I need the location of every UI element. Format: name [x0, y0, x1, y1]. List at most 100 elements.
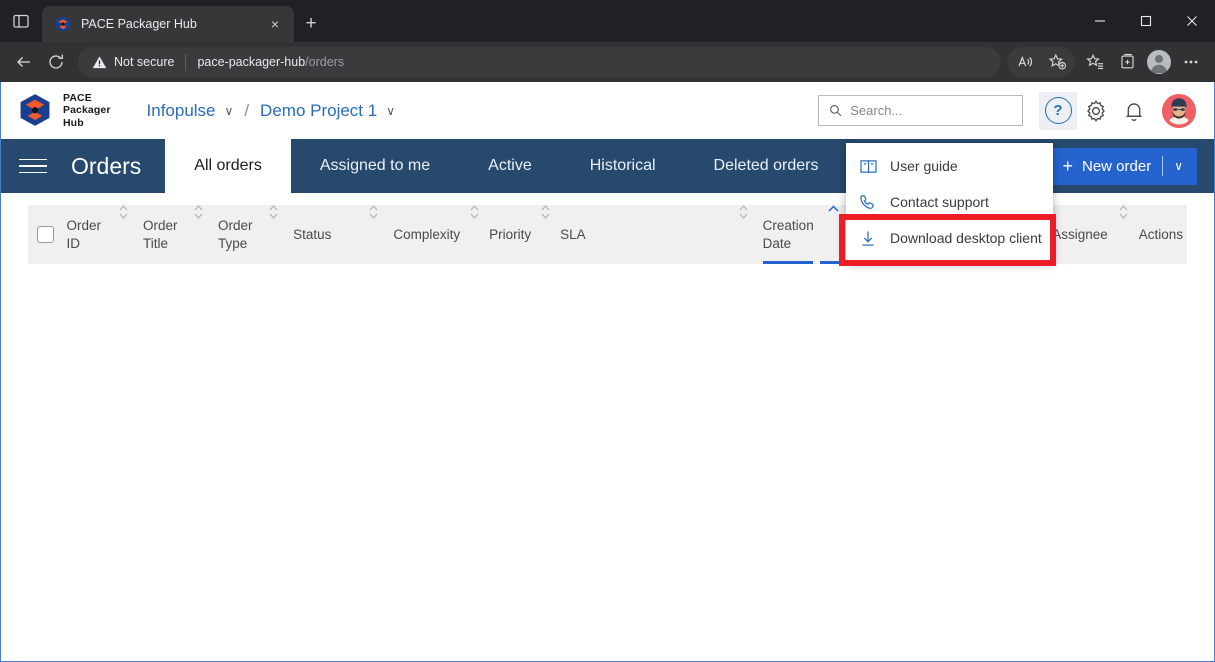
column-actions: Actions — [1135, 205, 1187, 264]
warning-triangle-icon — [92, 55, 107, 68]
app-header: PACE Packager Hub Infopulse ∨ / Demo Pro… — [1, 82, 1214, 139]
app-header-actions: ? — [818, 91, 1196, 130]
url-host: pace-packager-hub — [197, 55, 306, 69]
column-order-type[interactable]: Order Type — [214, 205, 258, 264]
column-creation-date[interactable]: Creation Date — [759, 205, 817, 264]
brand-line-3: Hub — [63, 116, 84, 129]
download-arrow-icon — [858, 230, 878, 247]
more-options-icon[interactable] — [1175, 46, 1207, 78]
nav-tabs: All orders Assigned to me Active Histori… — [165, 139, 847, 193]
sort-icon-creation-date-active[interactable] — [819, 205, 847, 264]
browser-tab[interactable]: PACE Packager Hub × — [42, 6, 294, 42]
sort-icon-priority[interactable] — [537, 205, 554, 264]
book-icon — [858, 159, 878, 174]
hamburger-menu-icon[interactable] — [19, 139, 61, 193]
chevron-down-icon-new-order[interactable]: ∨ — [1174, 159, 1183, 173]
favorites-list-icon[interactable] — [1079, 46, 1111, 78]
column-complexity[interactable]: Complexity — [389, 205, 464, 264]
tab-deleted-orders[interactable]: Deleted orders — [685, 139, 848, 193]
breadcrumb: Infopulse ∨ / Demo Project 1 ∨ — [147, 101, 396, 121]
address-bar[interactable]: Not secure pace-packager-hub/orders — [78, 47, 1001, 77]
sort-icon-order-type[interactable] — [265, 205, 282, 264]
pace-cube-favicon — [54, 15, 72, 33]
search-icon — [830, 104, 842, 117]
close-icon[interactable]: × — [264, 13, 286, 35]
column-assignee[interactable]: Assignee — [1048, 205, 1112, 264]
breadcrumb-project[interactable]: Demo Project 1 — [260, 101, 377, 121]
brand-line-1: PACE — [63, 92, 92, 105]
sort-icon-order-id[interactable] — [115, 205, 132, 264]
sort-icon-complexity[interactable] — [466, 205, 483, 264]
browser-toolbar: Not secure pace-packager-hub/orders — [0, 42, 1215, 82]
browser-titlebar: PACE Packager Hub × + — [0, 0, 1215, 42]
column-order-title[interactable]: Order Title — [139, 205, 183, 264]
sort-icon-order-title[interactable] — [190, 205, 207, 264]
breadcrumb-organization[interactable]: Infopulse — [147, 101, 216, 121]
brand-line-2: Packager — [63, 104, 111, 117]
phone-icon — [858, 194, 878, 211]
window-close-icon[interactable] — [1169, 0, 1215, 42]
select-all-checkbox[interactable] — [28, 205, 62, 264]
reload-icon[interactable] — [40, 46, 72, 78]
maximize-icon[interactable] — [1123, 0, 1169, 42]
search-box[interactable] — [818, 95, 1023, 126]
help-icon[interactable]: ? — [1039, 91, 1077, 130]
menu-item-contact-support-label: Contact support — [890, 194, 989, 210]
pace-cube-logo — [17, 92, 53, 128]
menu-item-contact-support[interactable]: Contact support — [846, 184, 1053, 220]
profile-avatar — [1147, 50, 1171, 74]
gear-icon[interactable] — [1077, 92, 1115, 130]
column-status[interactable]: Status — [289, 205, 335, 264]
chevron-down-icon[interactable]: ∨ — [225, 104, 234, 118]
menu-item-download-desktop-client[interactable]: Download desktop client — [846, 220, 1053, 256]
new-order-button[interactable]: + New order ∨ — [1048, 147, 1197, 185]
collections-icon[interactable] — [1111, 46, 1143, 78]
tab-active[interactable]: Active — [459, 139, 561, 193]
read-aloud-icon[interactable] — [1009, 46, 1041, 78]
menu-item-user-guide-label: User guide — [890, 158, 958, 174]
breadcrumb-separator: / — [244, 100, 250, 120]
column-order-id[interactable]: Order ID — [62, 205, 108, 264]
page-viewport: PACE Packager Hub Infopulse ∨ / Demo Pro… — [0, 82, 1215, 662]
profile-avatar-icon[interactable] — [1143, 46, 1175, 78]
sort-icon-creation-date-left[interactable] — [735, 205, 752, 264]
plus-icon: + — [1062, 156, 1073, 176]
tab-assigned-to-me[interactable]: Assigned to me — [291, 139, 459, 193]
menu-item-download-desktop-client-label: Download desktop client — [890, 230, 1042, 246]
sort-icon-assignee[interactable] — [1115, 205, 1132, 264]
minimize-icon[interactable] — [1077, 0, 1123, 42]
active-sort-underline — [762, 261, 813, 264]
column-actions-label: Actions — [1138, 226, 1184, 242]
bell-icon[interactable] — [1115, 92, 1153, 130]
column-sla[interactable]: SLA — [556, 205, 590, 264]
chevron-down-icon-project[interactable]: ∨ — [386, 104, 395, 118]
toolbar-actions — [1007, 46, 1207, 78]
column-status-label: Status — [293, 226, 332, 242]
search-input[interactable] — [850, 103, 1012, 118]
new-order-label: New order — [1082, 157, 1152, 175]
menu-item-user-guide[interactable]: User guide — [846, 148, 1053, 184]
back-arrow-icon[interactable] — [8, 46, 40, 78]
window-controls — [1077, 0, 1215, 42]
omnibox-divider — [185, 53, 187, 71]
active-sort-underline-2 — [819, 261, 847, 264]
sort-icon-status[interactable] — [365, 205, 382, 264]
security-indicator[interactable]: Not secure — [92, 55, 174, 70]
tab-historical[interactable]: Historical — [561, 139, 685, 193]
tab-search-icon[interactable] — [0, 0, 42, 42]
help-dropdown-menu: User guide Contact support Download desk… — [846, 143, 1053, 262]
toolbar-pill — [1007, 47, 1075, 77]
browser-window: PACE Packager Hub × + Not secure pace-pa… — [0, 0, 1215, 662]
column-priority[interactable]: Priority — [485, 205, 535, 264]
new-tab-button[interactable]: + — [294, 7, 328, 41]
column-creation-date-label: Creation Date — [762, 218, 814, 251]
brand-text: PACE Packager Hub — [63, 92, 111, 129]
add-favorite-star-icon[interactable] — [1041, 46, 1073, 78]
user-avatar[interactable] — [1162, 93, 1196, 128]
orders-table: Order ID Order Title Order Type Status C… — [1, 193, 1214, 661]
tab-all-orders[interactable]: All orders — [165, 139, 291, 193]
url-text: pace-packager-hub/orders — [197, 55, 344, 69]
column-complexity-label: Complexity — [393, 226, 461, 242]
help-question-mark: ? — [1044, 97, 1072, 124]
brand[interactable]: PACE Packager Hub — [17, 92, 111, 129]
